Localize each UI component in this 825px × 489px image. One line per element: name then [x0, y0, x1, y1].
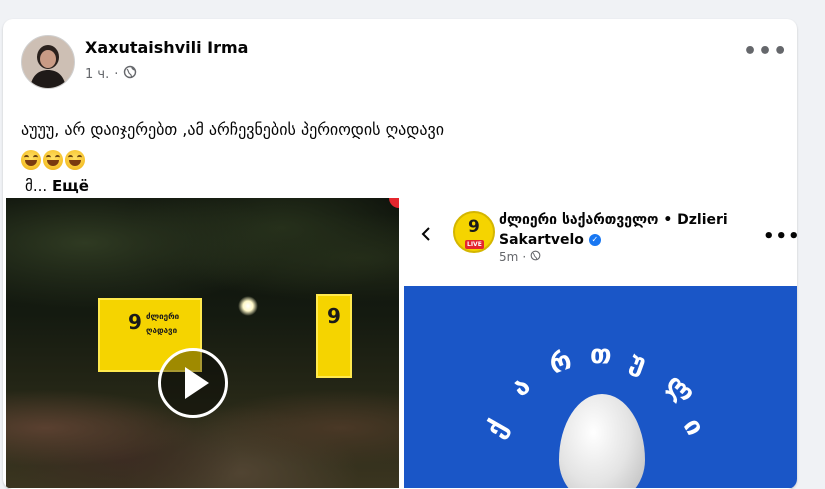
circle-letter: ი [676, 413, 710, 441]
laughing-emoji-icon [21, 150, 41, 170]
post-meta: 1 ч. · [85, 65, 137, 83]
meta-separator: · [114, 66, 119, 82]
laughing-emoji-icon [65, 150, 85, 170]
circle-letter: თ [590, 340, 612, 370]
shared-post-meta: 5m · [499, 250, 541, 264]
post-text: აუუუ, არ დაიჯერებთ ,ამ არჩევნების პერიოდ… [21, 120, 444, 139]
globe-icon [123, 65, 137, 83]
circle-letter: ქ [480, 415, 514, 443]
truncated-text: მ... [25, 177, 48, 195]
page-logo: 9 LIVE [453, 211, 495, 253]
emoji-row [21, 150, 85, 170]
see-more: მ... Ещё [25, 177, 89, 195]
video-thumbnail[interactable]: 9 ძლიერი ღადავი 9 [6, 198, 399, 488]
laughing-emoji-icon [43, 150, 63, 170]
stage-light [238, 296, 258, 316]
shared-post-screenshot[interactable]: 9 LIVE ძლიერი საქართველო • Dzlieri Sakar… [401, 198, 797, 488]
play-icon[interactable] [158, 348, 228, 418]
post-more-options-icon[interactable]: ••• [743, 41, 787, 71]
post-card: Xaxutaishvili Irma 1 ч. · ••• აუუუ, არ დ… [3, 19, 797, 489]
circle-letter: ა [506, 370, 537, 404]
see-more-link[interactable]: Ещё [52, 177, 89, 195]
globe-icon [530, 250, 541, 264]
author-name[interactable]: Xaxutaishvili Irma [85, 38, 248, 57]
verified-badge-icon: ✓ [588, 234, 601, 246]
shared-page-name: ძლიერი საქართველო • Dzlieri Sakartvelo ✓ [499, 212, 728, 248]
circle-letter: ლ [659, 368, 701, 410]
back-arrow-icon [419, 226, 433, 241]
post-time[interactable]: 1 ч. [85, 67, 109, 82]
shared-more-options-icon: ••• [763, 226, 797, 247]
circle-letter: რ [545, 345, 576, 381]
author-avatar[interactable] [21, 35, 75, 89]
shared-image: ქ ა რ თ უ ლ ი [404, 286, 797, 488]
egg-image [559, 394, 645, 488]
circle-letter: უ [625, 346, 651, 380]
